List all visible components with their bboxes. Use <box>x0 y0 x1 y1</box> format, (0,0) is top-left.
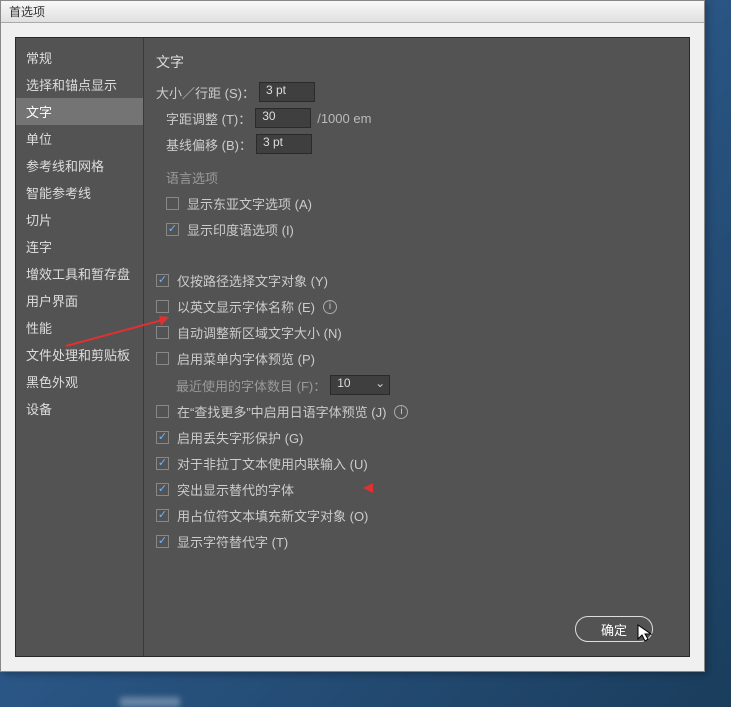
opt1-label-2: 自动调整新区域文字大小 (N) <box>177 323 342 342</box>
opt1-checkbox-3[interactable] <box>156 352 169 365</box>
size-leading-row: 大小／行距 (S)： 3 pt <box>156 82 677 102</box>
opt1-row-1: 以英文显示字体名称 (E) i <box>156 297 677 316</box>
opt2-label-0: 在“查找更多”中启用日语字体预览 (J) <box>177 402 386 421</box>
preferences-window: 首选项 常规选择和锚点显示文字单位参考线和网格智能参考线切片连字增效工具和暂存盘… <box>0 0 705 672</box>
sidebar: 常规选择和锚点显示文字单位参考线和网格智能参考线切片连字增效工具和暂存盘用户界面… <box>16 38 144 656</box>
opt2-checkbox-2[interactable] <box>156 457 169 470</box>
baseline-row: 基线偏移 (B)： 3 pt <box>166 134 677 154</box>
type-pane: 文字 大小／行距 (S)： 3 pt 字距调整 (T)： 30 /1000 em… <box>156 52 677 642</box>
sidebar-item-12[interactable]: 黑色外观 <box>16 368 143 395</box>
opt2-label-5: 显示字符替代字 (T) <box>177 532 288 551</box>
opt1-row-3: 启用菜单内字体预览 (P) <box>156 349 677 368</box>
info-icon[interactable]: i <box>323 300 337 314</box>
opt2-label-2: 对于非拉丁文本使用内联输入 (U) <box>177 454 368 473</box>
opt1-row-0: 仅按路径选择文字对象 (Y) <box>156 271 677 290</box>
opt1-label-0: 仅按路径选择文字对象 (Y) <box>177 271 328 290</box>
lang-opt-row-1: 显示印度语选项 (I) <box>166 220 677 239</box>
size-leading-label: 大小／行距 (S)： <box>156 83 255 102</box>
sidebar-item-13[interactable]: 设备 <box>16 395 143 422</box>
lang-opt-checkbox-1[interactable] <box>166 223 179 236</box>
sidebar-item-0[interactable]: 常规 <box>16 44 143 71</box>
window-title: 首选项 <box>9 5 45 19</box>
lang-opt-checkbox-0[interactable] <box>166 197 179 210</box>
sidebar-item-11[interactable]: 文件处理和剪贴板 <box>16 341 143 368</box>
opt1-checkbox-2[interactable] <box>156 326 169 339</box>
opt2-row-5: 显示字符替代字 (T) <box>156 532 677 551</box>
sidebar-item-1[interactable]: 选择和锚点显示 <box>16 71 143 98</box>
sidebar-item-7[interactable]: 连字 <box>16 233 143 260</box>
opt1-checkbox-0[interactable] <box>156 274 169 287</box>
opt2-checkbox-4[interactable] <box>156 509 169 522</box>
opt1-checkbox-1[interactable] <box>156 300 169 313</box>
opt2-label-1: 启用丢失字形保护 (G) <box>177 428 303 447</box>
opt2-checkbox-0[interactable] <box>156 405 169 418</box>
opt2-checkbox-1[interactable] <box>156 431 169 444</box>
size-leading-input[interactable]: 3 pt <box>259 82 315 102</box>
opt2-checkbox-5[interactable] <box>156 535 169 548</box>
baseline-input[interactable]: 3 pt <box>256 134 312 154</box>
sidebar-item-3[interactable]: 单位 <box>16 125 143 152</box>
tracking-row: 字距调整 (T)： 30 /1000 em <box>166 108 677 128</box>
opt2-label-4: 用占位符文本填充新文字对象 (O) <box>177 506 368 525</box>
opt2-row-2: 对于非拉丁文本使用内联输入 (U) <box>156 454 677 473</box>
opt2-row-1: 启用丢失字形保护 (G) <box>156 428 677 447</box>
dialog-body: 常规选择和锚点显示文字单位参考线和网格智能参考线切片连字增效工具和暂存盘用户界面… <box>15 37 690 657</box>
opt2-row-3: 突出显示替代的字体 <box>156 480 677 499</box>
lang-opt-label-1: 显示印度语选项 (I) <box>187 220 294 239</box>
opt2-row-0: 在“查找更多”中启用日语字体预览 (J) i <box>156 402 677 421</box>
opt2-row-4: 用占位符文本填充新文字对象 (O) <box>156 506 677 525</box>
baseline-label: 基线偏移 (B)： <box>166 135 252 154</box>
sidebar-item-9[interactable]: 用户界面 <box>16 287 143 314</box>
sidebar-item-4[interactable]: 参考线和网格 <box>16 152 143 179</box>
opt2-label-3: 突出显示替代的字体 <box>177 480 294 499</box>
tracking-unit: /1000 em <box>317 111 371 126</box>
sidebar-item-8[interactable]: 增效工具和暂存盘 <box>16 260 143 287</box>
opt1-label-3: 启用菜单内字体预览 (P) <box>177 349 315 368</box>
pane-title: 文字 <box>156 52 677 72</box>
opt2-checkbox-3[interactable] <box>156 483 169 496</box>
lang-opt-label-0: 显示东亚文字选项 (A) <box>187 194 312 213</box>
recent-fonts-row: 最近使用的字体数目 (F)： 10 <box>176 375 677 395</box>
language-options-header: 语言选项 <box>166 168 677 187</box>
sidebar-item-10[interactable]: 性能 <box>16 314 143 341</box>
opt1-label-1: 以英文显示字体名称 (E) <box>177 297 315 316</box>
sidebar-item-2[interactable]: 文字 <box>16 98 143 125</box>
titlebar: 首选项 <box>1 1 704 23</box>
opt1-row-2: 自动调整新区域文字大小 (N) <box>156 323 677 342</box>
recent-fonts-select[interactable]: 10 <box>330 375 390 395</box>
info-icon[interactable]: i <box>394 405 408 419</box>
tracking-label: 字距调整 (T)： <box>166 109 251 128</box>
tracking-input[interactable]: 30 <box>255 108 311 128</box>
lang-opt-row-0: 显示东亚文字选项 (A) <box>166 194 677 213</box>
sidebar-item-6[interactable]: 切片 <box>16 206 143 233</box>
ok-button[interactable]: 确定 <box>575 616 653 642</box>
recent-fonts-label: 最近使用的字体数目 (F)： <box>176 376 326 395</box>
sidebar-item-5[interactable]: 智能参考线 <box>16 179 143 206</box>
ok-button-label: 确定 <box>601 620 627 639</box>
